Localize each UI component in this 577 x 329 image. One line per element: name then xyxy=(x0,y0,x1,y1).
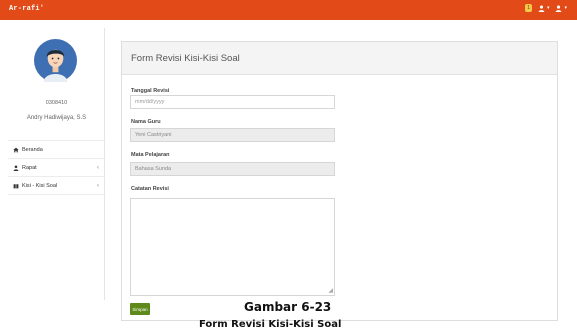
chevron-left-icon: ‹ xyxy=(97,164,99,171)
simpan-button[interactable]: Simpan xyxy=(130,303,150,315)
sidebar-item-kisi-kisi-soal[interactable]: Kisi - Kisi Soal ‹ xyxy=(8,177,105,195)
tanggal-revisi-label: Tanggal Revisi xyxy=(131,88,170,94)
user-id: 0308410 xyxy=(45,100,68,106)
notification-badge[interactable]: 1 xyxy=(525,4,532,12)
chevron-left-icon: ‹ xyxy=(97,182,99,189)
figure-caption: Gambar 6-23 xyxy=(244,300,332,314)
sidebar-item-rapat[interactable]: Rapat ‹ xyxy=(8,159,105,177)
user-icon xyxy=(538,5,545,12)
figure-subtitle: Form Revisi Kisi-Kisi Soal xyxy=(199,319,342,329)
tanggal-revisi-input[interactable]: mm/dd/yyyy xyxy=(130,95,335,109)
sidebar-item-label: Kisi - Kisi Soal xyxy=(22,182,58,189)
mata-pelajaran-field[interactable]: Bahasa Sunda xyxy=(130,162,335,176)
nama-guru-field[interactable]: Yeni Castriyani xyxy=(130,128,335,142)
form-title: Form Revisi Kisi-Kisi Soal xyxy=(122,42,557,75)
navbar-right: 1 ▾ ▾ xyxy=(525,4,567,12)
avatar xyxy=(34,39,77,82)
sidebar-item-label: Rapat xyxy=(22,164,37,171)
catatan-revisi-textarea[interactable]: ◢ xyxy=(130,198,335,296)
app-brand[interactable]: Ar-rafi' xyxy=(9,5,44,13)
sidebar-menu: Beranda Rapat ‹ Kisi - Kisi Soal ‹ xyxy=(8,140,105,195)
catatan-revisi-label: Catatan Revisi xyxy=(131,186,169,192)
sidebar: 0308410 Andry Hadiwijaya, S.S Beranda Ra… xyxy=(8,28,105,300)
sidebar-item-label: Beranda xyxy=(22,146,43,153)
user-icon xyxy=(13,164,19,171)
user-menu[interactable]: ▾ xyxy=(555,5,567,12)
home-icon xyxy=(13,147,19,152)
notifications-menu[interactable]: ▾ xyxy=(538,5,550,12)
mata-pelajaran-label: Mata Pelajaran xyxy=(131,152,170,158)
user-name: Andry Hadiwijaya, S.S xyxy=(26,115,87,121)
top-navbar: Ar-rafi' 1 ▾ ▾ xyxy=(0,0,577,20)
form-panel: Form Revisi Kisi-Kisi Soal Tanggal Revis… xyxy=(121,41,558,321)
chevron-down-icon: ▾ xyxy=(564,5,567,11)
nama-guru-label: Nama Guru xyxy=(131,119,161,125)
resize-handle-icon[interactable]: ◢ xyxy=(328,288,333,294)
book-icon xyxy=(13,183,19,188)
chevron-down-icon: ▾ xyxy=(546,5,550,11)
sidebar-item-beranda[interactable]: Beranda xyxy=(8,141,105,159)
user-icon xyxy=(556,5,562,12)
